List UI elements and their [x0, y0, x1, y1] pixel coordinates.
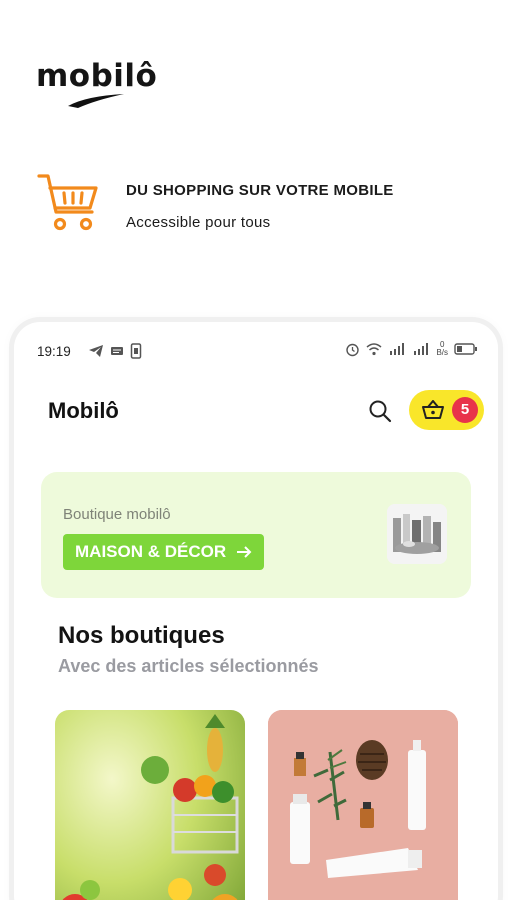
section-title: Nos boutiques — [58, 622, 225, 649]
promo-title: DU SHOPPING SUR VOTRE MOBILE — [126, 182, 394, 199]
banner-button-label: MAISON & DÉCOR — [75, 542, 227, 561]
section-subtitle: Avec des articles sélectionnés — [58, 656, 319, 676]
shopping-cart-icon — [37, 174, 98, 231]
logo-text: mobilô — [36, 58, 158, 94]
logo-swoosh-icon — [68, 94, 124, 108]
shop-card-grocery[interactable] — [55, 710, 245, 900]
signal-icon-2 — [414, 343, 429, 355]
cart-button[interactable]: 5 — [409, 390, 484, 430]
phone-status-icon — [130, 343, 142, 359]
network-speed: 0 B/s — [436, 340, 448, 357]
banner-product-image — [387, 504, 447, 564]
banner-subtitle: Boutique mobilô — [63, 506, 171, 523]
wifi-icon — [366, 343, 382, 356]
app-bar: Mobilô 5 — [14, 384, 498, 434]
status-time: 19:19 — [37, 344, 71, 359]
signal-icon-1 — [390, 343, 405, 355]
brand-logo: mobilô — [36, 58, 158, 108]
shop-card-beauty[interactable] — [268, 710, 458, 900]
grocery-image — [55, 710, 245, 900]
promo-block: DU SHOPPING SUR VOTRE MOBILE Accessible … — [36, 170, 476, 240]
cosmetics-image — [268, 710, 458, 900]
promo-banner[interactable]: Boutique mobilô MAISON & DÉCOR — [41, 472, 471, 598]
search-icon[interactable] — [367, 398, 393, 424]
promo-subtitle: Accessible pour tous — [126, 214, 271, 231]
phone-mockup: 19:19 0 B/s Mobilô 5 Boutique mobilô MAI… — [14, 322, 498, 900]
maison-decor-button[interactable]: MAISON & DÉCOR — [63, 534, 265, 570]
cart-count-badge: 5 — [452, 397, 478, 423]
basket-icon — [422, 400, 444, 419]
alarm-icon — [346, 343, 360, 356]
app-title: Mobilô — [48, 398, 119, 423]
telegram-icon — [89, 345, 103, 357]
arrow-right-icon — [237, 546, 252, 558]
status-bar: 19:19 0 B/s — [14, 322, 498, 378]
message-icon — [111, 347, 123, 355]
battery-icon — [454, 343, 477, 355]
